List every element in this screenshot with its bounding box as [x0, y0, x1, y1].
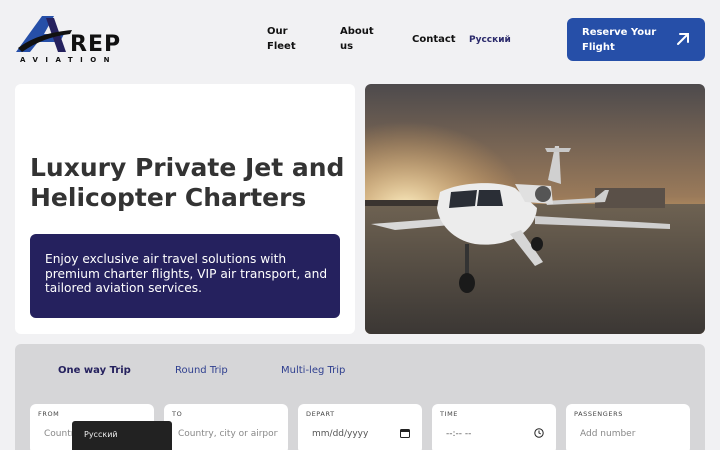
passengers-label: PASSENGERS [574, 410, 623, 418]
hero-card: Luxury Private Jet and Helicopter Charte… [15, 84, 355, 334]
arep-logo[interactable]: REP AVIATION [14, 14, 138, 66]
time-field[interactable]: TIME --:-- -- [432, 404, 556, 450]
from-label: FROM [38, 410, 60, 418]
logo-mark-icon [16, 16, 72, 52]
to-label: TO [172, 410, 183, 418]
private-jet-photo [365, 84, 705, 334]
passengers-input[interactable]: Add number [580, 426, 680, 442]
reserve-flight-button[interactable]: Reserve Your Flight [567, 18, 705, 61]
nav-about-us[interactable]: About us [340, 24, 380, 54]
reserve-flight-label: Reserve Your Flight [582, 27, 657, 53]
language-popup-label: Русский [84, 430, 118, 439]
logo-wordmark: REP [70, 32, 122, 57]
clock-icon[interactable] [534, 428, 544, 438]
tab-multi-leg-trip[interactable]: Multi-leg Trip [281, 365, 345, 376]
depart-label: DEPART [306, 410, 335, 418]
depart-field[interactable]: DEPART mm/dd/yyyy [298, 404, 422, 450]
hero-description: Enjoy exclusive air travel solutions wit… [45, 252, 328, 295]
arrow-up-right-icon [677, 33, 689, 45]
to-input[interactable]: Country, city or airport [178, 426, 278, 442]
time-label: TIME [440, 410, 459, 418]
depart-date-input[interactable]: mm/dd/yyyy [312, 426, 412, 442]
time-input[interactable]: --:-- -- [446, 426, 546, 442]
language-popup[interactable]: Русский [72, 421, 172, 450]
passengers-field[interactable]: PASSENGERS Add number [566, 404, 690, 450]
nav-contact[interactable]: Contact [412, 32, 456, 47]
nav-our-fleet[interactable]: Our Fleet [267, 24, 307, 54]
to-field[interactable]: TO Country, city or airport [164, 404, 288, 450]
hero-description-box: Enjoy exclusive air travel solutions wit… [30, 234, 340, 318]
site-header: REP AVIATION Our Fleet About us Contact … [0, 0, 720, 78]
hero-title: Luxury Private Jet and Helicopter Charte… [30, 153, 345, 212]
tab-round-trip[interactable]: Round Trip [175, 365, 228, 376]
tab-one-way-trip[interactable]: One way Trip [58, 365, 131, 376]
language-switch-link[interactable]: Русский [469, 33, 511, 48]
calendar-icon[interactable] [400, 428, 410, 438]
logo-tagline: AVIATION [20, 56, 118, 64]
